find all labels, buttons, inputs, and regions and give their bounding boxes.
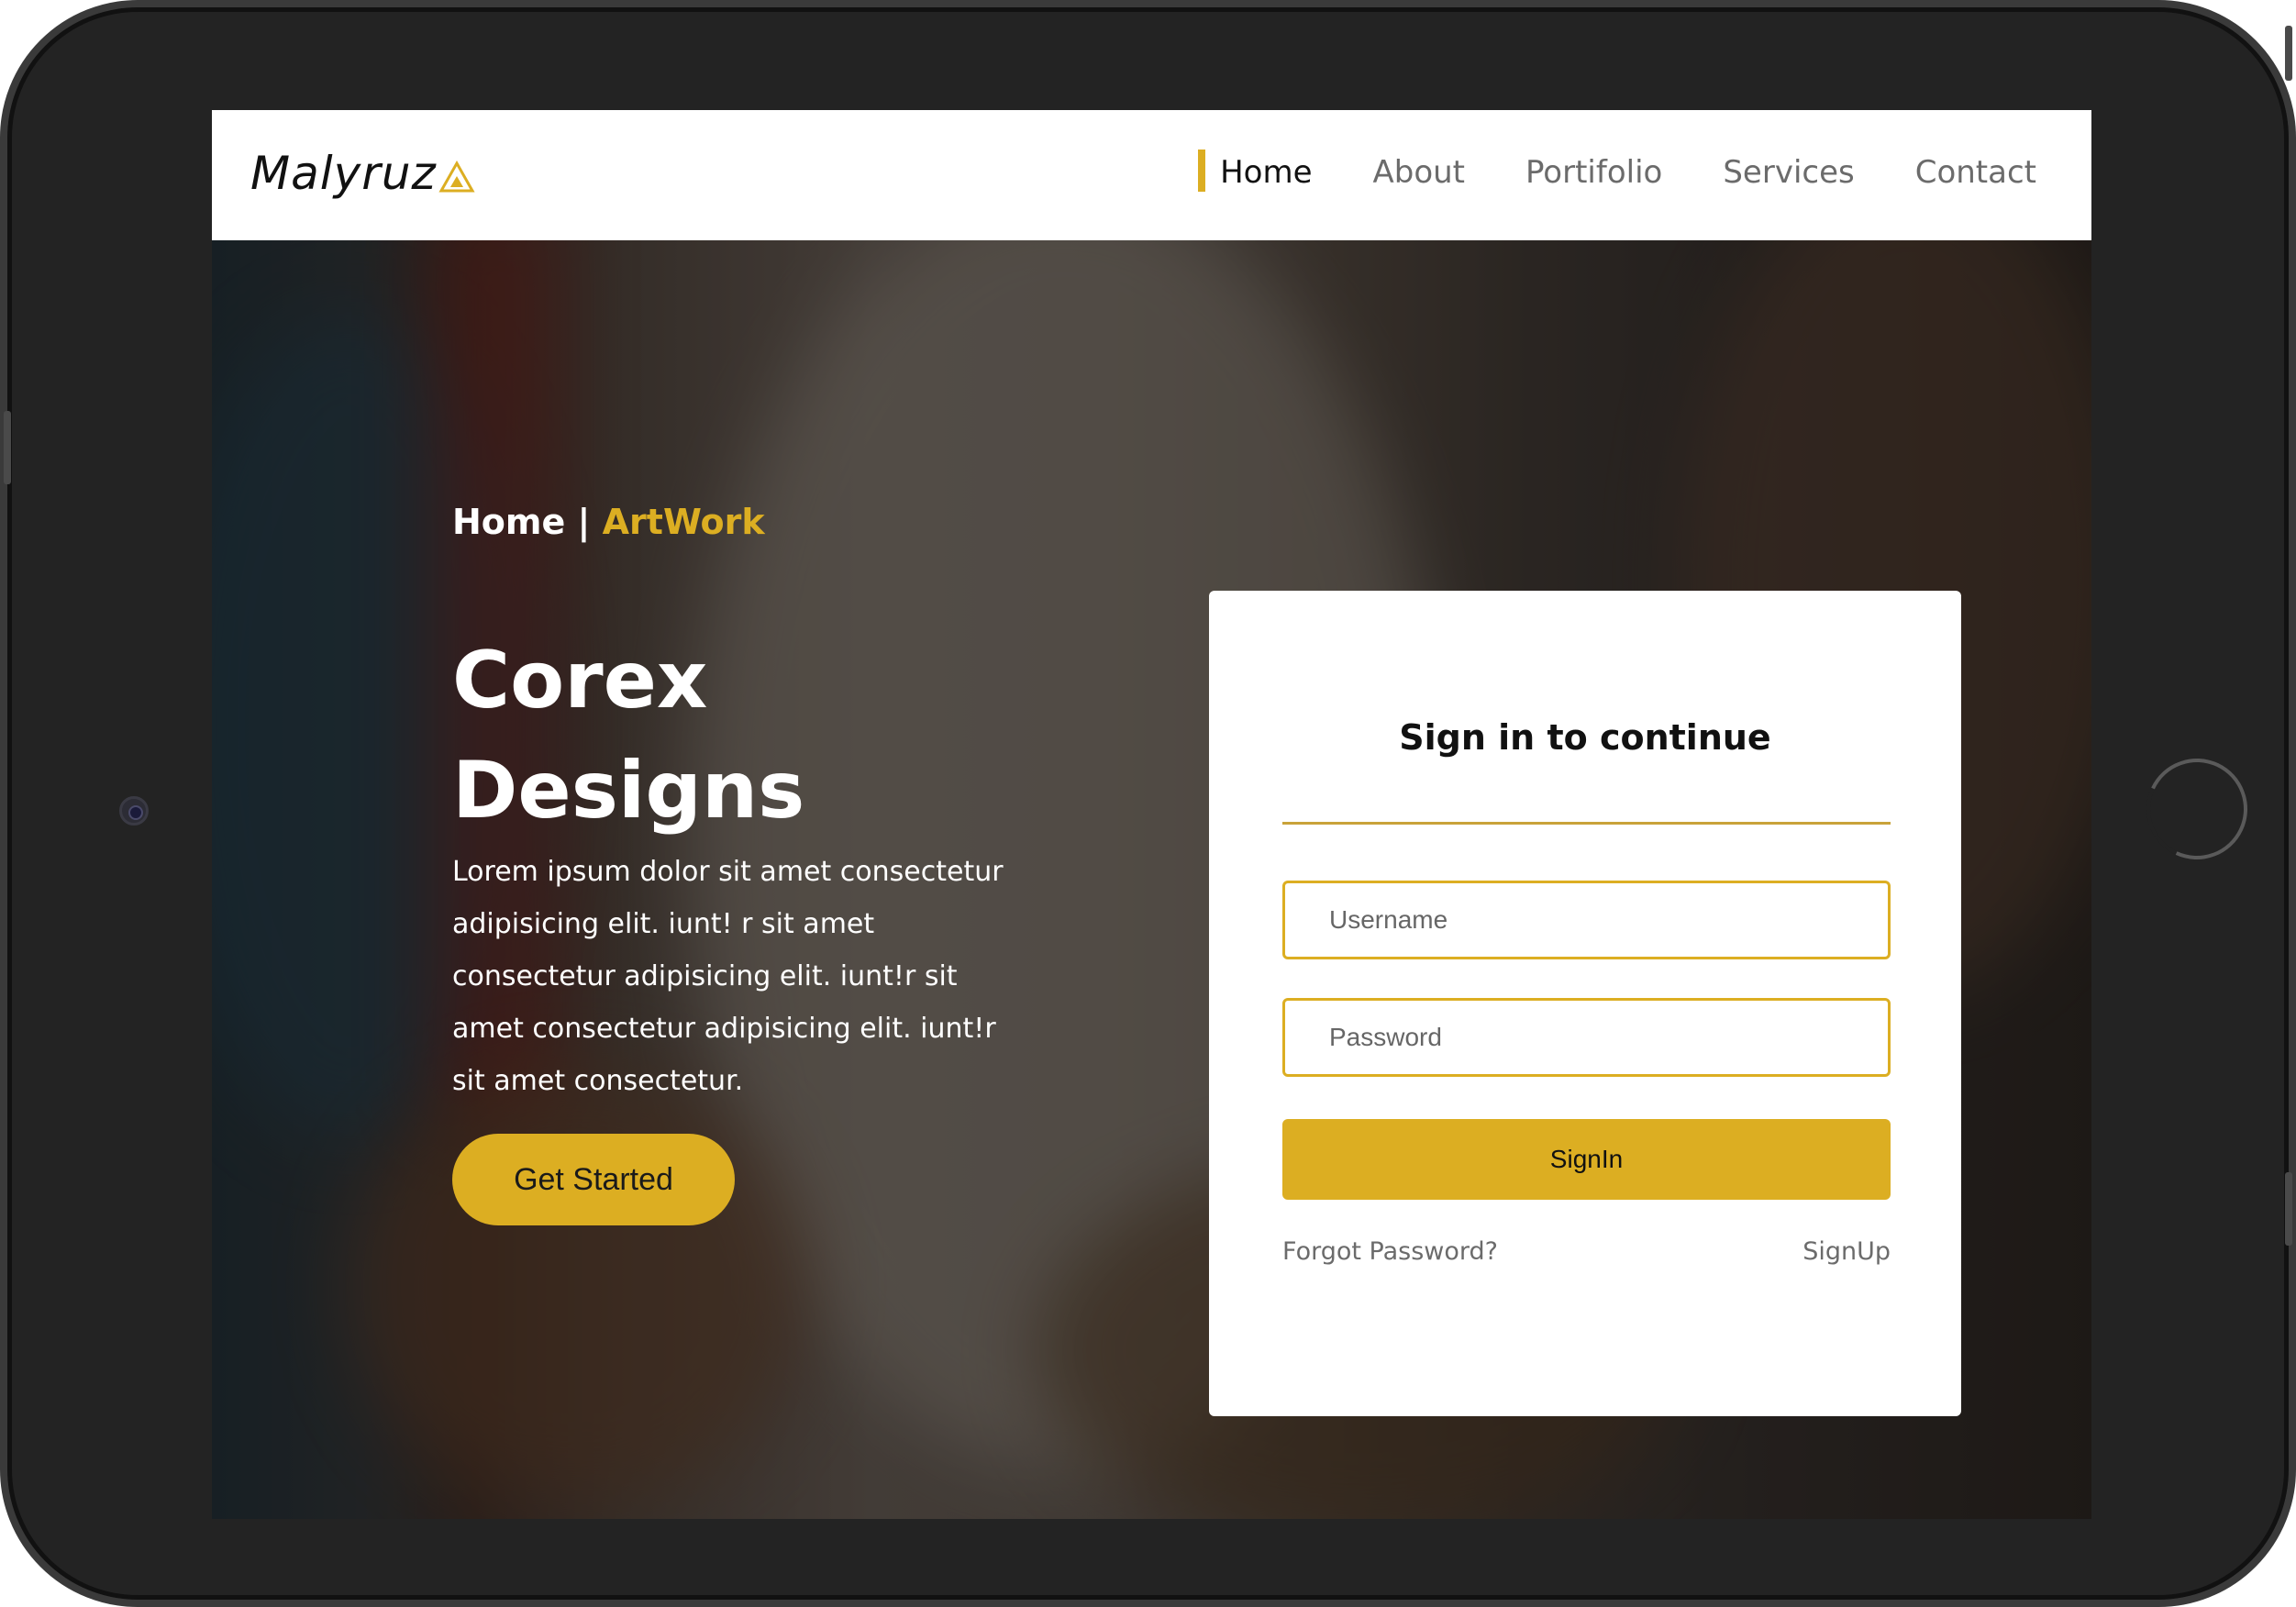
hero-title-line2: Designs bbox=[452, 745, 805, 837]
volume-button bbox=[4, 411, 11, 484]
logo-text: Malyruz bbox=[250, 147, 437, 200]
hero-title-line1: Corex bbox=[452, 635, 708, 726]
tablet-frame: Malyruz Home About Portifolio Services C… bbox=[0, 0, 2296, 1607]
main-nav: Home About Portifolio Services Contact bbox=[1198, 150, 2036, 193]
signup-link[interactable]: SignUp bbox=[1802, 1237, 1891, 1266]
screen: Malyruz Home About Portifolio Services C… bbox=[212, 110, 2091, 1519]
top-button bbox=[2285, 26, 2292, 81]
hero-title: Corex Designs bbox=[452, 626, 1003, 846]
nav-home[interactable]: Home bbox=[1198, 150, 1312, 193]
site-logo[interactable]: Malyruz bbox=[250, 147, 475, 200]
hero-section: Home | ArtWork Corex Designs Lorem ipsum… bbox=[212, 240, 2091, 1519]
breadcrumb-separator: | bbox=[565, 502, 603, 542]
nav-services[interactable]: Services bbox=[1723, 152, 1854, 193]
nav-portifolio[interactable]: Portifolio bbox=[1525, 152, 1662, 193]
signin-card: Sign in to continue SignIn Forgot Passwo… bbox=[1209, 591, 1961, 1416]
nav-about[interactable]: About bbox=[1372, 152, 1465, 193]
password-input[interactable] bbox=[1282, 998, 1891, 1077]
front-camera bbox=[119, 796, 149, 826]
breadcrumb-current: ArtWork bbox=[602, 502, 765, 542]
breadcrumb-home[interactable]: Home bbox=[452, 502, 565, 542]
forgot-password-link[interactable]: Forgot Password? bbox=[1282, 1237, 1498, 1266]
home-button[interactable] bbox=[2132, 744, 2262, 874]
signin-title: Sign in to continue bbox=[1399, 717, 1771, 758]
signin-button[interactable]: SignIn bbox=[1282, 1119, 1891, 1200]
site-header: Malyruz Home About Portifolio Services C… bbox=[212, 110, 2091, 240]
breadcrumb: Home | ArtWork bbox=[452, 502, 765, 542]
get-started-button[interactable]: Get Started bbox=[452, 1134, 735, 1225]
signin-divider bbox=[1282, 822, 1891, 825]
power-button bbox=[2285, 1172, 2292, 1246]
triangle-logo-icon bbox=[438, 160, 475, 193]
nav-contact[interactable]: Contact bbox=[1915, 152, 2036, 193]
hero-description: Lorem ipsum dolor sit amet consectetur a… bbox=[452, 856, 1004, 1097]
username-input[interactable] bbox=[1282, 881, 1891, 959]
